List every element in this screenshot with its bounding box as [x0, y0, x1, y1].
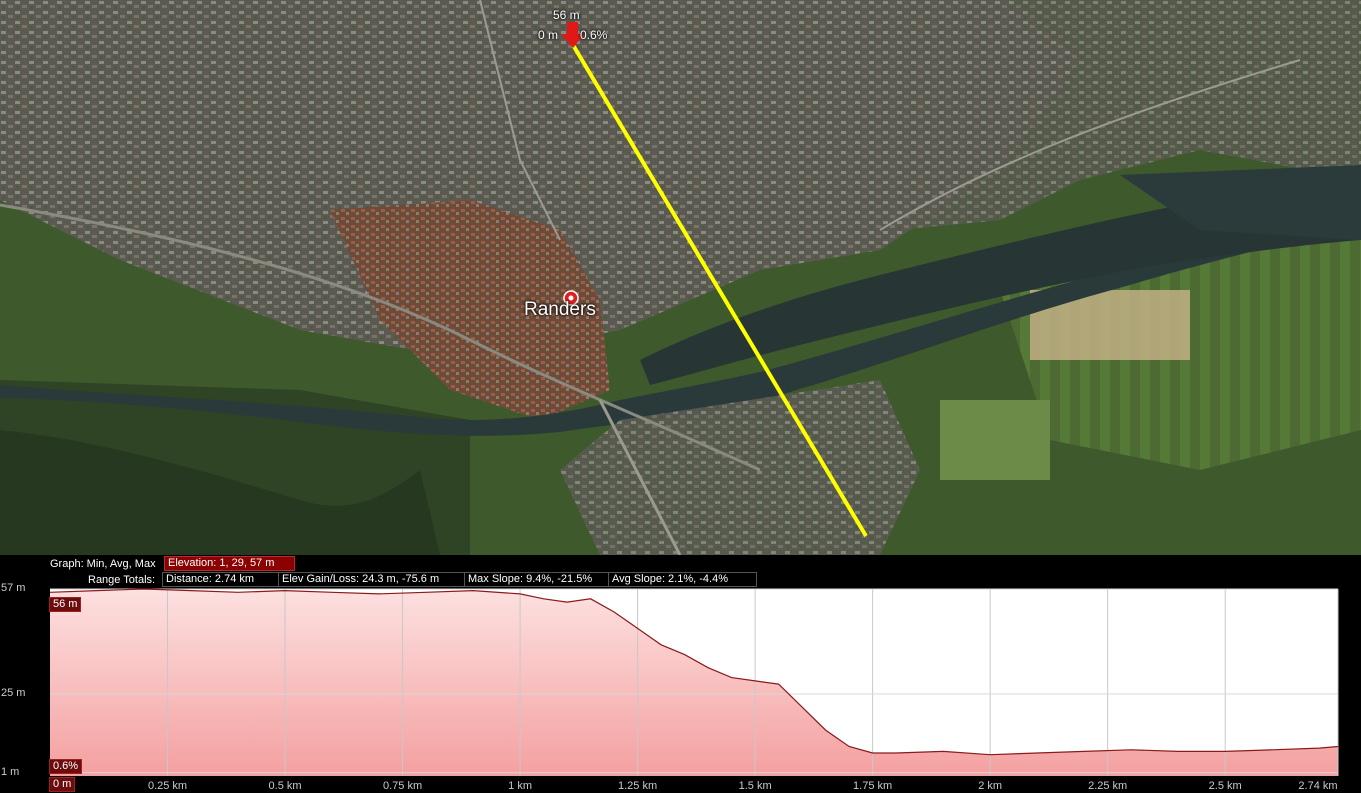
y-tick-label: 57 m [1, 582, 26, 594]
start-distance-tag: 0 m [49, 777, 76, 792]
y-tick-label: 1 m [1, 765, 20, 778]
x-tick-label: 1 km [508, 780, 532, 792]
marker-elevation: 56 m [553, 8, 580, 22]
cursor-slope-tag: 0.6% [49, 759, 83, 774]
elevation-chart[interactable] [0, 555, 1361, 793]
cursor-elevation-tag: 56 m [49, 597, 82, 612]
x-tick-label: 1.25 km [618, 780, 658, 792]
map-imagery [0, 0, 1361, 555]
x-tick-label: 2.74 km [1298, 780, 1338, 792]
elevation-profile-panel[interactable]: Graph: Min, Avg, Max Elevation: 1, 29, 5… [0, 555, 1361, 793]
x-tick-label: 0.25 km [147, 780, 188, 792]
y-tick-label: 25 m [1, 686, 26, 699]
x-tick-label: 2.25 km [1088, 780, 1128, 792]
place-label[interactable]: Randers [524, 299, 596, 321]
x-tick-label: 2.5 km [1208, 780, 1242, 792]
x-tick-label: 1.5 km [738, 780, 772, 792]
x-tick-label: 0.75 km [382, 780, 423, 792]
satellite-map[interactable]: Randers 56 m 0 m 0.6% [0, 0, 1361, 555]
marker-slope: 0.6% [580, 28, 608, 42]
x-tick-label: 2 km [978, 780, 1003, 792]
marker-distance: 0 m [538, 28, 559, 42]
x-tick-label: 1.75 km [853, 780, 893, 792]
x-tick-label: 0.5 km [268, 780, 302, 792]
